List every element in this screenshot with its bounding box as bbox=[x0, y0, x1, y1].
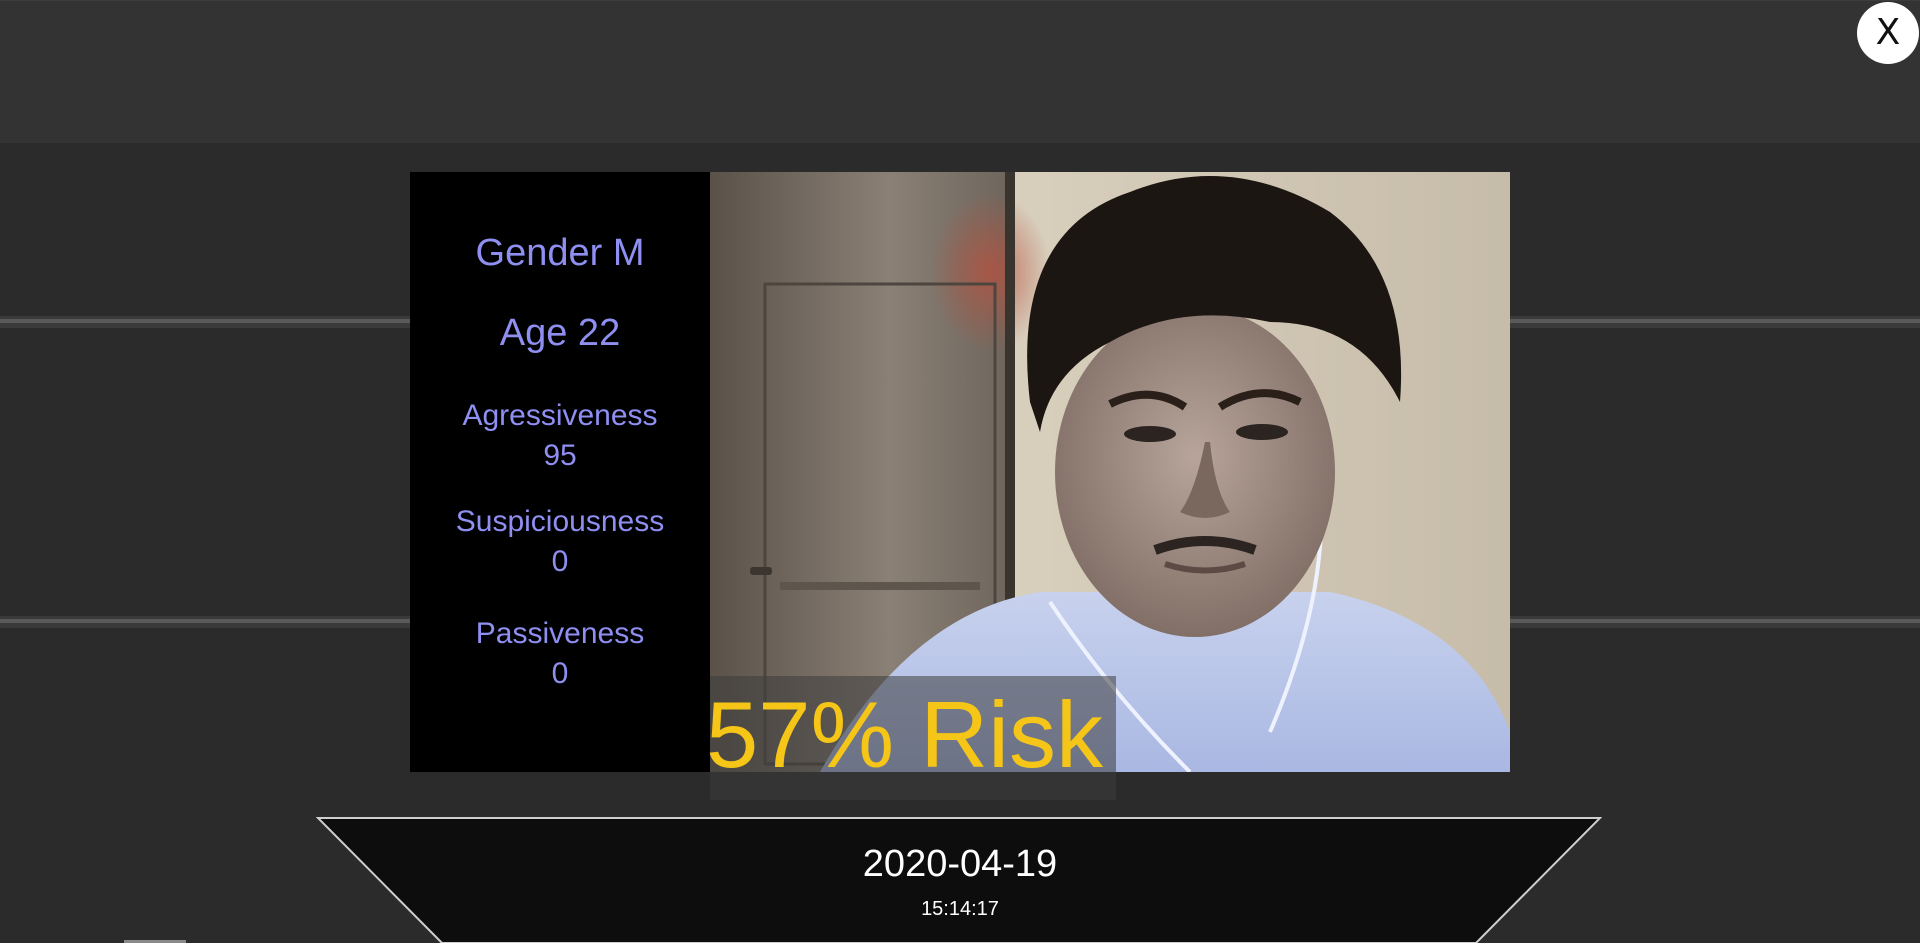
right-eye bbox=[1236, 424, 1288, 440]
popup-overlay: X Gender M Age 22 Agressiveness 95 Suspi… bbox=[0, 0, 1920, 943]
capture-time: 15:14:17 bbox=[921, 898, 999, 920]
metric-label: Agressiveness bbox=[462, 399, 658, 432]
risk-score: 57% Risk bbox=[706, 682, 1104, 787]
profile-panel: Gender M Age 22 Agressiveness 95 Suspici… bbox=[410, 172, 710, 772]
door-handle bbox=[750, 567, 772, 575]
metric-value: 0 bbox=[551, 545, 569, 578]
metric-value: 95 bbox=[543, 439, 577, 472]
metric-label: Suspiciousness bbox=[455, 505, 665, 538]
metric-agressiveness: Agressiveness 95 bbox=[410, 396, 710, 476]
close-button[interactable]: X bbox=[1857, 2, 1919, 64]
header-band bbox=[0, 0, 1920, 143]
metric-suspiciousness: Suspiciousness 0 bbox=[410, 502, 710, 582]
metric-label: Passiveness bbox=[475, 617, 645, 650]
age-label: Age 22 bbox=[499, 312, 621, 354]
face bbox=[1055, 307, 1335, 637]
left-eye bbox=[1124, 426, 1176, 442]
gender-label: Gender M bbox=[475, 232, 645, 274]
metric-passiveness: Passiveness 0 bbox=[410, 614, 710, 694]
metric-value: 0 bbox=[551, 657, 569, 690]
door-panel bbox=[780, 582, 980, 590]
capture-date: 2020-04-19 bbox=[862, 843, 1058, 885]
